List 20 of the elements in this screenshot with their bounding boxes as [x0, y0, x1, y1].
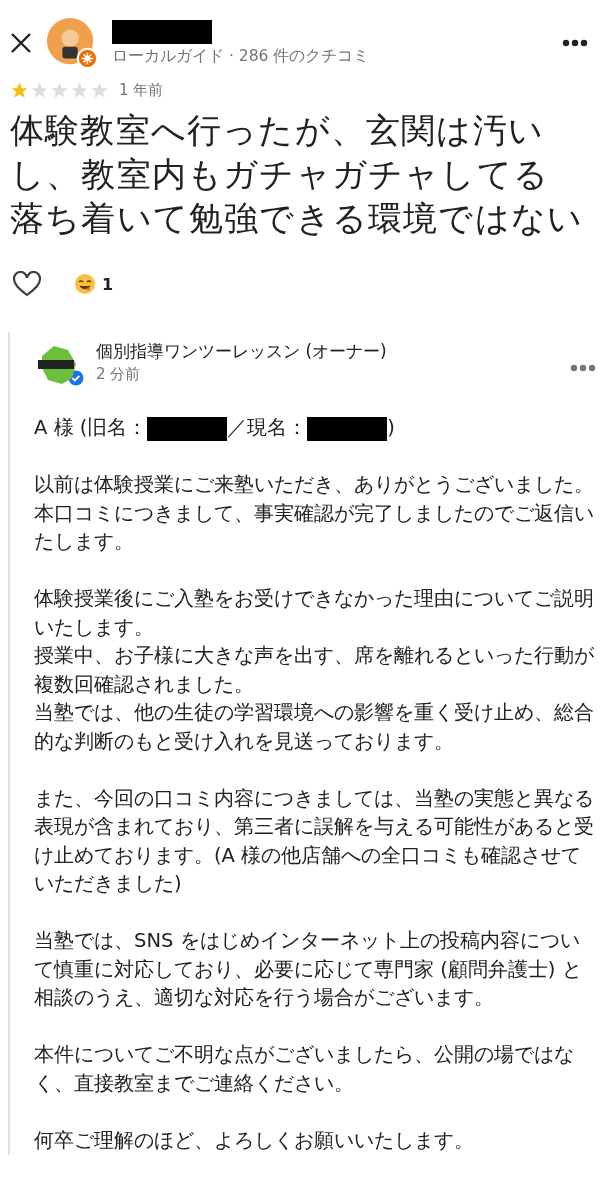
reviewer-meta: ローカルガイド · 286 件のクチコミ	[112, 45, 371, 67]
greeting-text: A 様 (旧名：	[34, 416, 148, 439]
avatar	[46, 17, 98, 69]
reply-paragraph: 当塾では、SNS をはじめインターネット上の投稿内容について慎重に対応しており、必要に応じて専門家 (顧問弁護士) と相談のうえ、適切な対応を行う場合がございます。	[34, 928, 583, 1011]
reply-paragraph: 以前は体験授業にご来塾いただき、ありがとうございました。 本口コミにつきまして、事実確認が完了しましたのでご返信いたします。	[34, 472, 595, 555]
reply-time: 2 分前	[96, 365, 142, 384]
review-time: 1 年前	[119, 80, 164, 100]
reply-paragraph: 何卒ご理解のほど、よろしくお願いいたします。	[34, 1127, 475, 1154]
heart-icon[interactable]	[12, 271, 42, 297]
reply-paragraph: また、今回の口コミ内容につきましては、当塾の実態と異なる表現が含まれており、第三者に誤解を与える可能性があると受け止めております。(A 様の他店舗への全口コミも確認させていただきました)	[34, 785, 595, 897]
reaction-count: 1	[102, 274, 114, 294]
owner-name: 個別指導ワンツーレッスン (オーナー)	[96, 340, 388, 363]
greeting-text: ／現名：	[227, 416, 308, 439]
more-icon[interactable]	[562, 39, 588, 47]
reply-paragraph: 本件についてご不明な点がございましたら、公開の場ではなく、直接教室までご連絡ください。	[34, 1042, 575, 1097]
greeting-text: )	[387, 416, 395, 439]
close-icon[interactable]	[10, 32, 32, 54]
reply-paragraph: 体験授業後にご入塾をお受けできなかった理由についてご説明いたします。 授業中、お子様に大きな声を出す、席を離れるといった行動が複数回確認されました。 当塾では、他の生徒の学習環境への影響を重く受け止め、総合的な判断のもと受け入れを見送っております。	[34, 586, 595, 755]
smiley-icon[interactable]	[74, 273, 96, 295]
review-text: 体験教室へ行ったが、玄関は汚いし、教室内もガチャガチャしてる 落ち着いて勉強できる環境ではない	[10, 109, 585, 240]
